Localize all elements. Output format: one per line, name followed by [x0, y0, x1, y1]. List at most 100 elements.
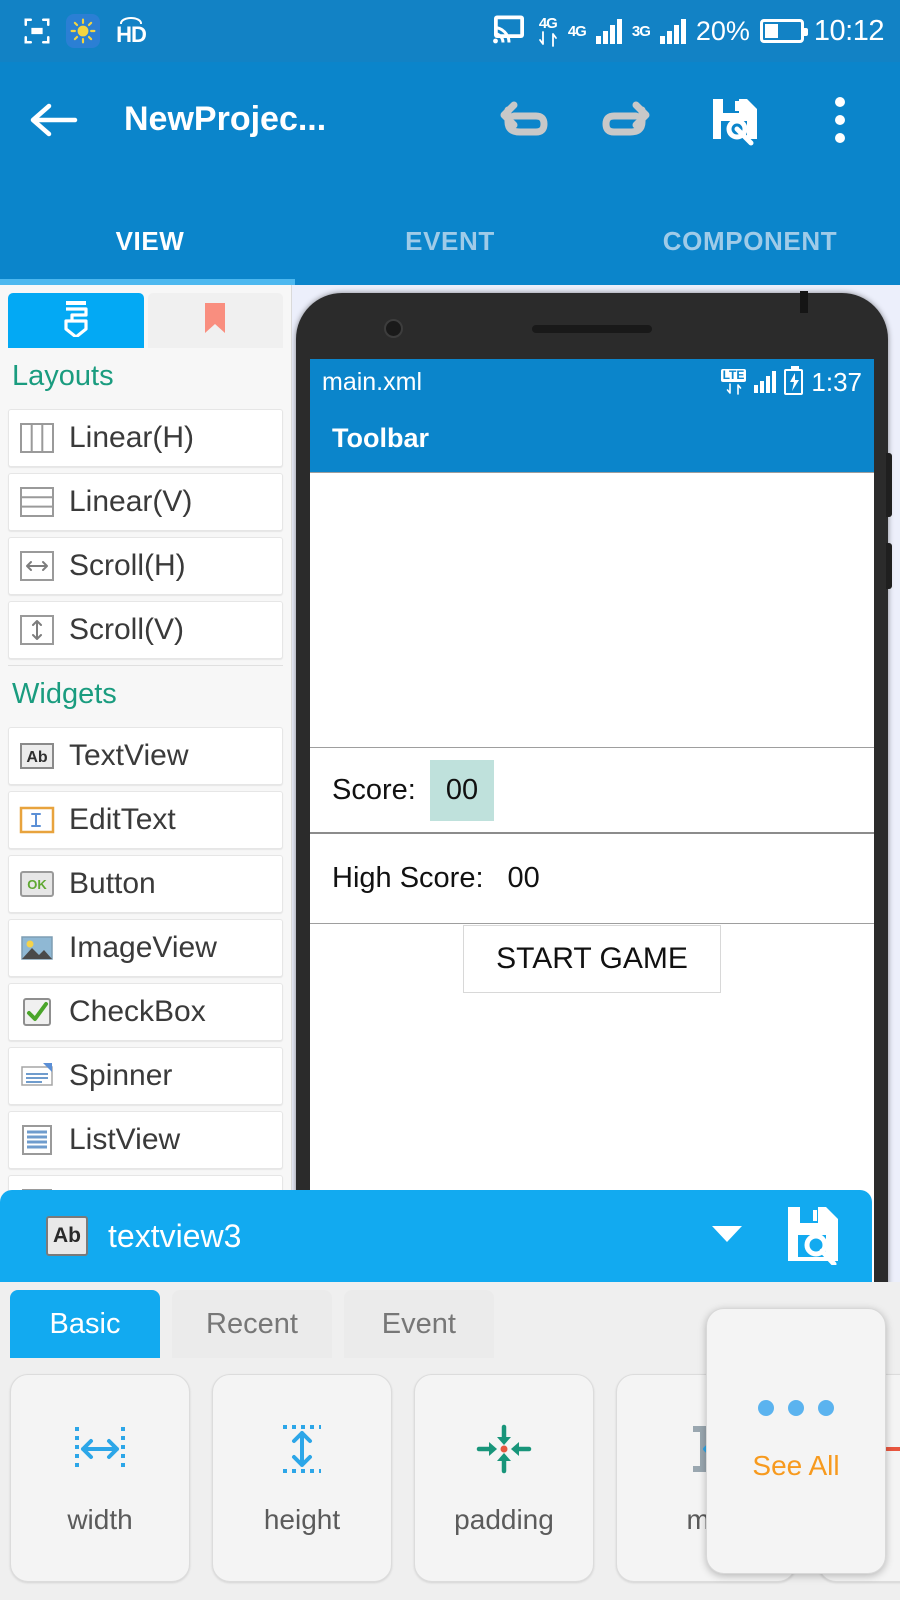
property-sheet-body: Basic Recent Event width height padding …: [0, 1282, 900, 1600]
svg-text:Ab: Ab: [26, 749, 48, 766]
redo-icon[interactable]: [600, 92, 656, 148]
network2-label: 3G: [631, 22, 651, 40]
palette-item-scroll-v[interactable]: Scroll(V): [8, 601, 283, 659]
undo-icon[interactable]: [494, 92, 550, 148]
preview-clock: 1:37: [811, 366, 862, 397]
screenshot-icon: [22, 16, 52, 46]
preview-empty-container[interactable]: [310, 473, 874, 748]
system-status-bar: HD 4G 4G 3G 20% 10:12: [0, 0, 900, 62]
lte-icon: LTE: [720, 369, 747, 395]
palette-item-scroll-h[interactable]: Scroll(H): [8, 537, 283, 595]
textview-icon: Ab: [17, 737, 57, 775]
palette-item-label: Scroll(V): [69, 613, 185, 646]
palette-item-spinner[interactable]: Spinner: [8, 1047, 283, 1105]
high-score-value[interactable]: 00: [508, 862, 540, 895]
tab-view[interactable]: VIEW: [0, 197, 300, 285]
palette-item-label: Linear(H): [69, 421, 195, 454]
sub-tab-event-label: Event: [381, 1307, 456, 1340]
see-all-button[interactable]: See All: [706, 1308, 886, 1574]
save-icon[interactable]: [784, 1203, 842, 1270]
brightness-icon: [66, 14, 100, 48]
section-tabs: VIEW EVENT COMPONENT: [0, 197, 900, 285]
palette-item-label: ListView: [69, 1123, 181, 1156]
palette-section-widgets: Widgets: [12, 678, 117, 710]
sub-tab-recent-label: Recent: [206, 1307, 298, 1340]
high-score-label: High Score:: [332, 862, 484, 894]
tab-view-label: VIEW: [115, 225, 185, 256]
property-sheet: Ab textview3 Basic Recent Event width he…: [0, 1190, 900, 1600]
selected-widget-bar: Ab textview3: [0, 1190, 872, 1282]
view-stack-icon: [61, 299, 91, 342]
system-clock: 10:12: [813, 14, 885, 47]
bookmark-icon: [202, 301, 228, 340]
textview-icon: Ab: [46, 1216, 88, 1256]
preview-status-icons: LTE 1:37: [720, 366, 862, 398]
spinner-icon: [17, 1057, 57, 1095]
palette-item-label: Scroll(H): [69, 549, 186, 582]
imageview-icon: [17, 929, 57, 967]
save-icon[interactable]: [706, 92, 762, 148]
front-camera-icon: [384, 319, 403, 338]
start-game-button[interactable]: START GAME: [463, 925, 721, 993]
palette-item-edittext[interactable]: EditText: [8, 791, 283, 849]
preview-signal-bars: [754, 371, 777, 393]
palette-item-imageview[interactable]: ImageView: [8, 919, 283, 977]
palette-tab-bookmarks[interactable]: [147, 293, 283, 348]
edittext-icon: [17, 801, 57, 839]
tab-event[interactable]: EVENT: [300, 197, 600, 285]
preview-battery-icon: [784, 366, 804, 395]
palette-item-linear-h[interactable]: Linear(H): [8, 409, 283, 467]
property-label: width: [67, 1503, 133, 1535]
preview-high-score-row[interactable]: High Score: 00: [310, 834, 874, 924]
back-button[interactable]: [24, 91, 82, 149]
scroll-horizontal-icon: [17, 547, 57, 585]
preview-toolbar[interactable]: Toolbar: [310, 405, 874, 473]
palette-item-textview[interactable]: Ab TextView: [8, 727, 283, 785]
palette-section-layouts: Layouts: [12, 360, 114, 392]
padding-icon: [473, 1421, 535, 1482]
app-bar-row: NewProjec...: [0, 62, 900, 177]
svg-text:OK: OK: [27, 877, 47, 892]
sub-tab-recent[interactable]: Recent: [172, 1290, 332, 1358]
palette-item-checkbox[interactable]: CheckBox: [8, 983, 283, 1041]
preview-button-row[interactable]: START GAME: [310, 924, 874, 993]
volume-button: [886, 453, 892, 517]
width-icon: [69, 1421, 131, 1482]
selected-widget-name: textview3: [108, 1217, 242, 1254]
tab-event-label: EVENT: [405, 225, 495, 256]
tab-component[interactable]: COMPONENT: [600, 197, 900, 285]
property-label: padding: [454, 1503, 554, 1535]
status-left-icons: HD: [0, 14, 148, 48]
project-title: NewProjec...: [124, 100, 327, 138]
checkbox-icon: [17, 993, 57, 1031]
sub-tab-event[interactable]: Event: [343, 1290, 494, 1358]
preview-filename: main.xml: [322, 367, 423, 396]
preview-score-row[interactable]: Score: 00: [310, 748, 874, 834]
palette-tab-views[interactable]: [8, 293, 144, 348]
palette-item-label: Button: [69, 867, 156, 900]
more-horizontal-icon: [758, 1400, 834, 1416]
property-card-height[interactable]: height: [212, 1374, 392, 1582]
phone-bezel: [296, 293, 888, 359]
power-button: [886, 543, 892, 589]
palette-tabs: [0, 285, 291, 348]
palette-item-label: TextView: [69, 739, 189, 772]
palette-item-button[interactable]: OK Button: [8, 855, 283, 913]
button-icon: OK: [17, 865, 57, 903]
chevron-down-icon[interactable]: [710, 1223, 744, 1250]
palette-item-linear-v[interactable]: Linear(V): [8, 473, 283, 531]
property-card-padding[interactable]: padding: [414, 1374, 594, 1582]
more-vertical-icon[interactable]: [812, 92, 868, 148]
property-card-width[interactable]: width: [10, 1374, 190, 1582]
status-right-icons: 4G 4G 3G 20% 10:12: [490, 14, 900, 49]
signal-bars-2: [659, 18, 686, 44]
palette-item-label: Spinner: [69, 1059, 173, 1092]
palette-item-label: EditText: [69, 803, 176, 836]
app-bar-actions: [494, 92, 876, 148]
sub-tab-basic[interactable]: Basic: [10, 1290, 160, 1358]
palette-item-listview[interactable]: ListView: [8, 1111, 283, 1169]
sub-tab-basic-label: Basic: [49, 1307, 121, 1340]
tab-component-label: COMPONENT: [662, 225, 838, 256]
network1-label: 4G: [567, 22, 587, 40]
score-value[interactable]: 00: [429, 759, 495, 821]
